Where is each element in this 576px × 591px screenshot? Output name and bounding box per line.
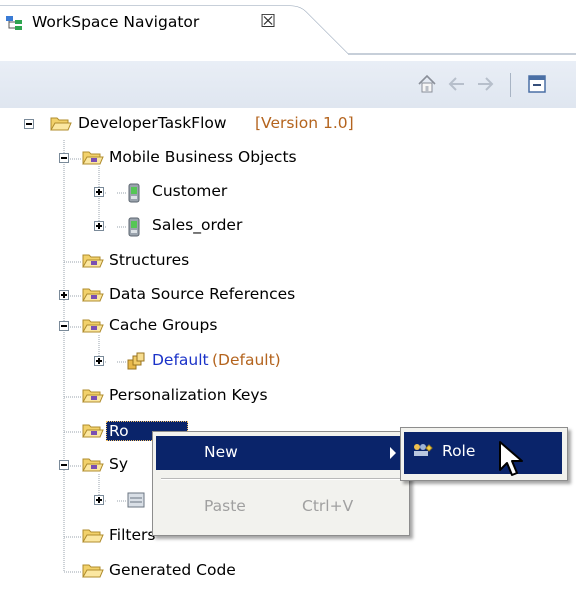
collapse-toggle[interactable]: [24, 119, 34, 129]
view-tab-strip: WorkSpace Navigator ☒: [0, 0, 576, 61]
new-submenu: Role: [400, 427, 568, 481]
tree-node-label: Structures: [109, 251, 190, 269]
view-tab-title[interactable]: WorkSpace Navigator: [32, 13, 199, 31]
close-icon[interactable]: ☒: [260, 11, 276, 32]
open-folder-icon: [50, 117, 72, 131]
tree-node-default-cache-group[interactable]: Default (Default): [0, 349, 576, 375]
tree-node-structures[interactable]: Structures: [0, 249, 576, 275]
package-folder-icon: [82, 424, 104, 438]
open-folder-icon: [82, 529, 104, 543]
package-folder-icon: [82, 319, 104, 333]
tree-node-developertaskflow[interactable]: DeveloperTaskFlow [Version 1.0]: [0, 112, 576, 138]
tree-node-data-source-references[interactable]: Data Source References: [0, 283, 576, 309]
default-annotation: (Default): [212, 351, 281, 369]
tree-node-label: Customer: [152, 182, 228, 200]
mobile-business-object-icon: [128, 217, 140, 237]
tree-node-label: Sales_order: [152, 216, 243, 234]
submenu-item-role[interactable]: Role: [404, 432, 562, 474]
view-toolbar: [0, 61, 576, 109]
tree-node-mobile-business-objects[interactable]: Mobile Business Objects: [0, 146, 576, 172]
toolbar-separator: [510, 73, 511, 97]
package-folder-icon: [82, 458, 104, 472]
package-folder-icon: [82, 288, 104, 302]
menu-item-shortcut: Ctrl+V: [302, 497, 354, 515]
role-icon: [414, 444, 433, 456]
package-folder-icon: [82, 389, 104, 403]
expand-toggle[interactable]: [94, 356, 104, 366]
expand-toggle[interactable]: [59, 290, 69, 300]
submenu-item-label: Role: [442, 442, 476, 460]
forward-arrow-icon[interactable]: [474, 73, 496, 95]
submenu-arrow-icon: [390, 447, 396, 459]
workspace-navigator-icon: [6, 16, 22, 30]
tree-node-customer[interactable]: Customer: [0, 180, 576, 206]
mobile-business-object-icon: [128, 183, 140, 203]
collapse-toggle[interactable]: [59, 460, 69, 470]
package-folder-icon: [82, 254, 104, 268]
tree-node-cache-groups[interactable]: Cache Groups: [0, 314, 576, 340]
tree-node-personalization-keys[interactable]: Personalization Keys: [0, 384, 576, 410]
menu-separator: [161, 478, 401, 480]
collapse-toggle[interactable]: [59, 153, 69, 163]
expand-toggle[interactable]: [94, 495, 104, 505]
cache-group-icon: [127, 352, 145, 370]
synchronization-icon: [127, 492, 145, 508]
collapse-toggle[interactable]: [59, 321, 69, 331]
tree-node-label: Default: [152, 351, 209, 369]
tree-node-label: Mobile Business Objects: [109, 148, 297, 166]
version-annotation: [Version 1.0]: [255, 114, 354, 132]
tree-node-label: Filters: [109, 526, 156, 544]
open-folder-icon: [82, 564, 104, 578]
mouse-cursor-icon: [499, 441, 523, 476]
menu-item-label: Paste: [204, 497, 246, 515]
menu-item-new[interactable]: New: [156, 436, 406, 470]
expand-toggle[interactable]: [94, 221, 104, 231]
tree-node-label: Data Source References: [109, 285, 296, 303]
tree-node-label: Personalization Keys: [109, 386, 268, 404]
tree-node-label: DeveloperTaskFlow: [78, 114, 227, 132]
collapse-all-icon[interactable]: [526, 73, 548, 95]
tree-node-label: Generated Code: [109, 561, 236, 579]
tree-node-sales-order[interactable]: Sales_order: [0, 214, 576, 240]
tree-node-label: Cache Groups: [109, 316, 218, 334]
menu-item-label: New: [204, 443, 238, 461]
tree-node-generated-code[interactable]: Generated Code: [0, 559, 576, 585]
home-icon[interactable]: [416, 73, 438, 95]
back-arrow-icon[interactable]: [446, 73, 468, 95]
expand-toggle[interactable]: [94, 187, 104, 197]
menu-item-paste[interactable]: Paste Ctrl+V: [156, 490, 406, 524]
package-folder-icon: [82, 151, 104, 165]
tree-node-label: Sy: [109, 455, 129, 473]
context-menu: New Paste Ctrl+V: [152, 431, 410, 536]
